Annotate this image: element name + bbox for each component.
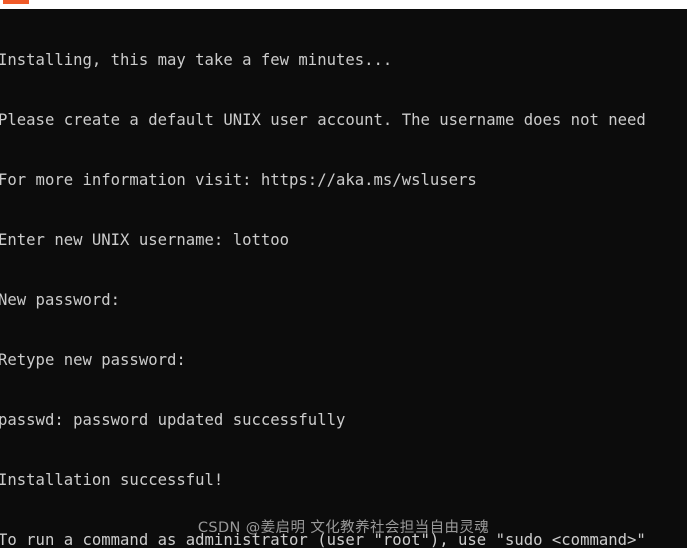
console-line: New password: (0, 291, 121, 309)
console-line: Please create a default UNIX user accoun… (0, 111, 646, 129)
console-line: Installation successful! (0, 471, 224, 489)
csdn-watermark: CSDN @姜启明 文化教养社会担当自由灵魂 (197, 520, 490, 536)
ubuntu-tab-marker (3, 0, 29, 4)
console-line: For more information visit: https://aka.… (0, 171, 477, 189)
console-line: Retype new password: (0, 351, 186, 369)
title-bar-strip (0, 0, 687, 9)
console-output: Installing, this may take a few minutes.… (0, 10, 687, 548)
console-line: Installing, this may take a few minutes.… (0, 51, 393, 69)
terminal-window[interactable]: Installing, this may take a few minutes.… (0, 9, 687, 548)
console-line: passwd: password updated successfully (0, 411, 346, 429)
console-line: Enter new UNIX username: lottoo (0, 231, 290, 249)
